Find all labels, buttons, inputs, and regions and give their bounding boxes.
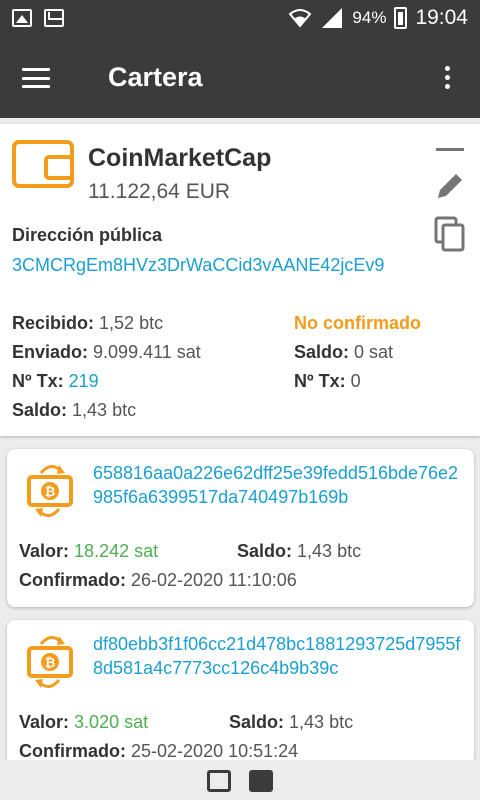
tx-confirmed-date: 26-02-2020 11:10:06 [131, 570, 297, 590]
unconfirmed-saldo-row: Saldo: 0 sat [294, 342, 393, 363]
status-bar: 94% 19:04 [0, 0, 480, 38]
wallet-name: CoinMarketCap [88, 144, 272, 172]
app-bar: Cartera [0, 38, 480, 118]
wallet-balance: 11.122,64 EUR [88, 180, 231, 203]
address-label: Dirección pública [12, 225, 163, 245]
tx-value-row: Valor: 3.020 sat [19, 712, 148, 733]
copy-icon[interactable] [434, 216, 466, 252]
unconfirmed-saldo-label: Saldo: [294, 342, 350, 362]
ntx-value[interactable]: 219 [69, 371, 99, 391]
bitcoin-transfer-icon: ₿ [27, 465, 73, 517]
received-row: Recibido: 1,52 btc [12, 313, 163, 334]
tx-confirmed-row: Confirmado: 25-02-2020 10:51:24 [19, 741, 298, 760]
page-title: Cartera [108, 62, 203, 92]
more-options-icon[interactable] [445, 66, 450, 89]
bitcoin-transfer-icon: ₿ [27, 636, 73, 688]
saldo-value: 1,43 btc [72, 400, 137, 420]
svg-text:₿: ₿ [45, 485, 56, 500]
unconfirmed-ntx-value: 0 [350, 371, 361, 391]
mail-notification-icon [44, 9, 64, 27]
clock: 19:04 [415, 6, 468, 29]
wifi-icon [288, 9, 312, 28]
tx-saldo-value: 1,43 btc [297, 541, 362, 561]
tx-value: 3.020 sat [74, 712, 149, 732]
svg-text:₿: ₿ [45, 656, 56, 671]
menu-icon[interactable] [22, 68, 50, 88]
recent-apps-button[interactable] [207, 770, 231, 792]
address-value[interactable]: 3CMCRgEm8HVz3DrWaCCid3vAANE42jcEv9 [12, 253, 432, 278]
received-value: 1,52 btc [99, 313, 164, 333]
tx-saldo-label: Saldo: [237, 541, 293, 561]
home-button[interactable] [249, 770, 273, 792]
tx-value-row: Valor: 18.242 sat [19, 541, 158, 562]
tx-saldo-value: 1,43 btc [289, 712, 354, 732]
ntx-label: Nº Tx: [12, 371, 64, 391]
tx-confirmed-label: Confirmado: [19, 741, 126, 760]
unconfirmed-saldo-value: 0 sat [354, 342, 394, 362]
gallery-notification-icon [12, 9, 32, 27]
transaction-card[interactable]: ₿ 658816aa0a226e62dff25e39fedd516bde76e2… [7, 449, 474, 607]
tx-confirmed-date: 25-02-2020 10:51:24 [131, 741, 299, 760]
ntx-row: Nº Tx: 219 [12, 371, 99, 392]
battery-icon [394, 7, 408, 29]
transaction-hash[interactable]: df80ebb3f1f06cc21d478bc1881293725d7955f8… [93, 632, 463, 680]
transaction-hash[interactable]: 658816aa0a226e62dff25e39fedd516bde76e298… [93, 461, 463, 509]
wallet-card: CoinMarketCap 11.122,64 EUR Dirección pú… [0, 124, 480, 436]
edit-icon[interactable] [434, 170, 466, 202]
system-nav-bar [0, 760, 480, 800]
sent-label: Enviado: [12, 342, 89, 362]
unconfirmed-ntx-row: Nº Tx: 0 [294, 371, 361, 392]
battery-percent: 94% [352, 8, 387, 27]
unconfirmed-ntx-label: Nº Tx: [294, 371, 346, 391]
tx-confirmed-label: Confirmado: [19, 570, 126, 590]
saldo-label: Saldo: [12, 400, 68, 420]
tx-saldo-row: Saldo: 1,43 btc [229, 712, 353, 733]
tx-saldo-label: Saldo: [229, 712, 285, 732]
unconfirmed-title: No confirmado [294, 313, 422, 333]
sent-value: 9.099.411 sat [93, 342, 201, 362]
transaction-card[interactable]: ₿ df80ebb3f1f06cc21d478bc1881293725d7955… [7, 620, 474, 760]
wallet-icon [12, 140, 74, 188]
tx-confirmed-row: Confirmado: 26-02-2020 11:10:06 [19, 570, 297, 591]
tx-value-label: Valor: [19, 541, 70, 561]
tx-value-label: Valor: [19, 712, 70, 732]
tx-value: 18.242 sat [74, 541, 159, 561]
signal-icon [322, 8, 343, 28]
received-label: Recibido: [12, 313, 95, 333]
sent-row: Enviado: 9.099.411 sat [12, 342, 201, 363]
saldo-row: Saldo: 1,43 btc [12, 400, 136, 421]
tx-saldo-row: Saldo: 1,43 btc [237, 541, 361, 562]
remove-icon[interactable] [436, 148, 464, 151]
